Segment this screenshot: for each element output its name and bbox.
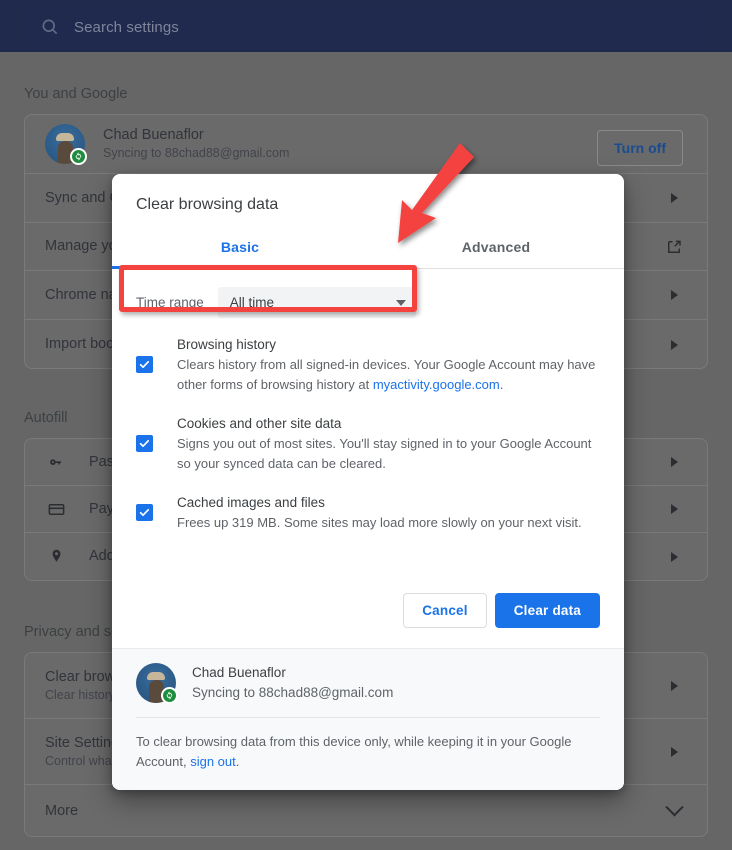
profile-row[interactable]: Chad Buenaflor Syncing to 88chad88@gmail… [25,115,707,174]
chevron-right-icon [661,504,687,514]
avatar [136,663,178,704]
checkbox-browsing-history[interactable] [136,356,153,373]
item-title: Browsing history [177,337,277,352]
search-settings-field[interactable]: Search settings [24,6,708,48]
screen: Search settings You and Google Chad Buen… [0,0,732,850]
section-title-autofill: Autofill [24,410,68,426]
chevron-down-icon [661,797,687,818]
turn-off-button[interactable]: Turn off [597,130,683,166]
key-icon [45,453,67,472]
avatar [45,124,87,165]
sync-icon [70,148,87,165]
footer-account-name: Chad Buenaflor [192,665,286,680]
tab-basic[interactable]: Basic [112,228,368,268]
item-desc-tail: . [499,377,504,392]
sign-out-link[interactable]: sign out [190,754,236,769]
data-type-list: Browsing history Clears history from all… [112,330,624,551]
row-more[interactable]: More [25,785,707,836]
settings-topbar: Search settings [0,0,732,52]
clear-browsing-data-dialog: Clear browsing data Basic Advanced Time … [112,174,624,790]
chevron-right-icon [661,290,687,300]
footer-note: To clear browsing data from this device … [112,718,624,790]
item-description: Clears history from all signed-in device… [177,355,600,395]
checkbox-cached-images[interactable] [136,504,153,521]
footer-account-row: Chad Buenaflor Syncing to 88chad88@gmail… [112,649,624,717]
row-label: More [45,802,79,819]
dialog-tabs: Basic Advanced [112,228,624,269]
dialog-actions: Cancel Clear data [112,579,624,648]
item-description: Frees up 319 MB. Some sites may load mor… [177,515,582,530]
chevron-down-icon [395,299,406,306]
item-title: Cached images and files [177,495,325,510]
search-icon [40,17,60,37]
external-link-icon [661,238,687,256]
footer-account-sync: Syncing to 88chad88@gmail.com [192,685,394,700]
clear-data-button[interactable]: Clear data [494,593,600,628]
chevron-right-icon [661,746,687,757]
time-range-row: Time range All time [112,269,624,330]
cancel-button[interactable]: Cancel [403,593,487,628]
chevron-right-icon [661,457,687,467]
time-range-value: All time [229,295,275,310]
checkbox-cookies[interactable] [136,435,153,452]
sync-icon [161,687,178,704]
item-description: Signs you out of most sites. You'll stay… [177,436,592,471]
list-item-cookies[interactable]: Cookies and other site data Signs you ou… [136,413,600,474]
item-title: Cookies and other site data [177,416,342,431]
dialog-title: Clear browsing data [136,196,279,213]
search-placeholder-text: Search settings [74,18,179,36]
section-title-you-and-google: You and Google [24,86,128,102]
list-item-cached-images[interactable]: Cached images and files Frees up 319 MB.… [136,492,600,533]
credit-card-icon [45,500,67,519]
active-tab-indicator [112,266,368,269]
dialog-footer: Chad Buenaflor Syncing to 88chad88@gmail… [112,648,624,790]
list-item-browsing-history[interactable]: Browsing history Clears history from all… [136,334,600,395]
location-pin-icon [45,547,67,566]
chevron-right-icon [661,339,687,350]
chevron-right-icon [661,193,687,203]
chevron-right-icon [661,680,687,691]
myactivity-link[interactable]: myactivity.google.com [373,377,500,392]
time-range-label: Time range [136,295,204,310]
chevron-right-icon [661,551,687,562]
footer-note-tail: . [235,754,240,769]
tab-advanced[interactable]: Advanced [368,228,624,268]
time-range-select[interactable]: All time [217,287,416,318]
